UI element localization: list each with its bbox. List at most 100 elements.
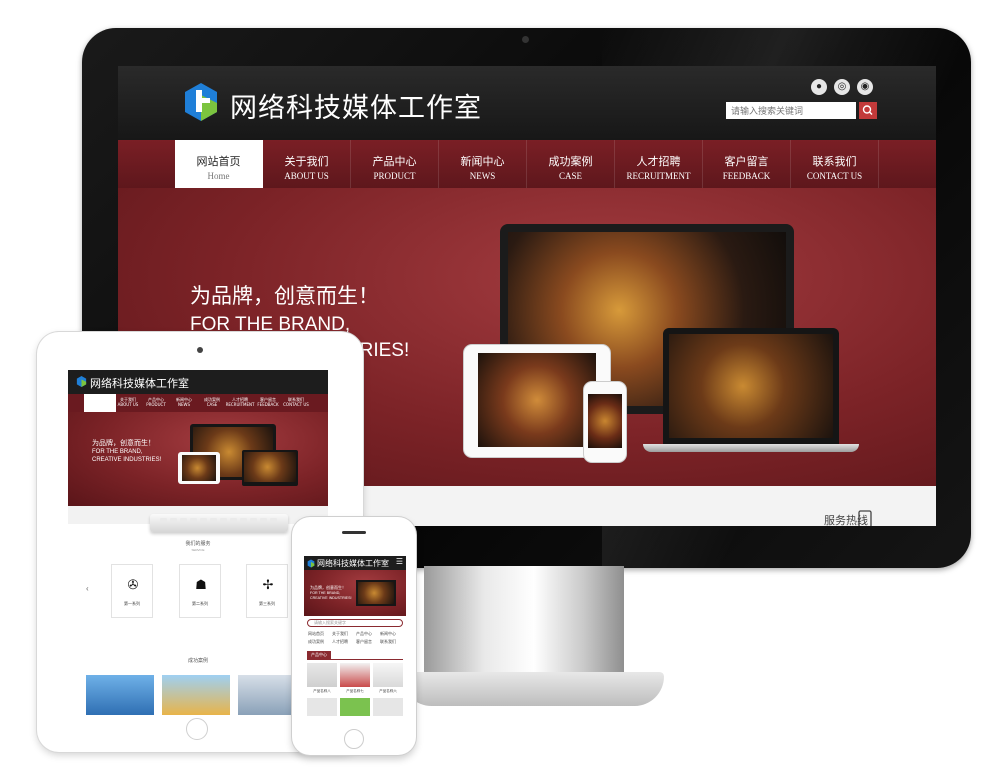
- wechat-icon[interactable]: ◎: [834, 79, 850, 95]
- service-card-label: 第一系列: [124, 601, 140, 606]
- nav-feedback-sublabel: FEEDBACK: [722, 171, 771, 181]
- phone-banner-image: [356, 580, 396, 606]
- tablet-site-title[interactable]: 网络科技媒体工作室: [90, 375, 189, 391]
- nav-product-label: 产品中心: [372, 155, 417, 168]
- service-card-1[interactable]: ✇ 第一系列: [111, 564, 153, 618]
- tablet-home-button: [186, 718, 208, 740]
- phone-nav-item[interactable]: 成功案例: [308, 639, 332, 645]
- phone-site-title[interactable]: 网络科技媒体工作室: [317, 558, 389, 569]
- service-card-3[interactable]: ✢ 第三系列: [246, 564, 288, 618]
- phone-home-button: [344, 729, 364, 749]
- nav-contact-sublabel: CONTACT US: [806, 171, 863, 181]
- product-thumbnail[interactable]: [307, 698, 337, 716]
- site-header: 网络科技媒体工作室 ● ◎ ◉: [118, 66, 936, 140]
- nav-contact[interactable]: 联系我们 CONTACT US: [791, 140, 879, 188]
- nav-home-label: 网站首页: [196, 155, 241, 168]
- nav-feedback[interactable]: 客户留言 FEEDBACK: [703, 140, 791, 188]
- keyboard-image: [150, 514, 288, 532]
- nav-news[interactable]: 新闻中心 NEWS: [439, 140, 527, 188]
- carousel-prev-icon[interactable]: ‹: [86, 584, 89, 593]
- phone-banner-slogan-en-line1: FOR THE BRAND,: [310, 591, 341, 595]
- nav-recruitment[interactable]: 人才招聘 RECRUITMENT: [615, 140, 703, 188]
- phone-hero-banner[interactable]: 为品牌，创意而生！ FOR THE BRAND, CREATIVE INDUST…: [304, 570, 406, 616]
- phone-nav-item[interactable]: 产品中心: [356, 631, 380, 637]
- nav-recruitment-sublabel: RECRUITMENT: [626, 171, 691, 181]
- phone-search-input[interactable]: 请输入搜索关键字: [307, 619, 403, 627]
- product-label: 产品名称七: [346, 689, 364, 693]
- nav-feedback-label: 客户留言: [724, 155, 769, 168]
- phone-nav-item[interactable]: 联系我们: [380, 639, 404, 645]
- search-icon: [862, 105, 873, 116]
- phone-nav-item[interactable]: 关于我们: [332, 631, 356, 637]
- tablet-nav-case-sublabel: CASE: [206, 402, 218, 407]
- phone-nav-item[interactable]: 网站首页: [308, 631, 332, 637]
- tablet-site-header: 网络科技媒体工作室: [68, 370, 328, 394]
- main-nav: 网站首页 Home 关于我们 ABOUT US 产品中心 PRODUCT 新闻中…: [118, 140, 936, 188]
- tablet-nav-contact-sublabel: CONTACT US: [283, 402, 309, 407]
- phone-nav-item[interactable]: 新闻中心: [380, 631, 404, 637]
- service-card-2[interactable]: ☗ 第二系列: [179, 564, 221, 618]
- tablet-nav-feedback-sublabel: FEEDBACK: [257, 402, 279, 407]
- phone-speaker: [342, 531, 366, 534]
- case-thumbnail[interactable]: [162, 675, 230, 715]
- film-reel-icon: ✇: [127, 577, 139, 592]
- case-thumbnail[interactable]: [86, 675, 154, 715]
- tablet-services-title: 我们的服务: [185, 541, 211, 547]
- phone-products-title: 产品中心: [307, 651, 331, 659]
- tablet-camera: [197, 347, 203, 353]
- phone-nav-item[interactable]: 客户留言: [356, 639, 380, 645]
- qq-icon[interactable]: ●: [811, 79, 827, 95]
- phone-screen: 网络科技媒体工作室 ☰ 为品牌，创意而生！ FOR THE BRAND, CRE…: [304, 556, 406, 716]
- search-button[interactable]: [859, 102, 877, 119]
- tablet-hero-banner[interactable]: 为品牌，创意而生！ FOR THE BRAND, CREATIVE INDUST…: [68, 412, 328, 506]
- nav-product-sublabel: PRODUCT: [373, 171, 416, 181]
- product-thumbnail[interactable]: [340, 698, 370, 716]
- weibo-icon[interactable]: ◉: [857, 79, 873, 95]
- tablet-banner-laptop-image: [242, 450, 298, 486]
- banner-phone-image: [584, 382, 626, 462]
- tablet-main-nav: 网站首页 HOME 关于我们 ABOUT US 产品中心 PRODUCT 新闻中心 NE…: [68, 394, 328, 412]
- tablet-banner-slogan-en-line1: FOR THE BRAND,: [92, 449, 143, 455]
- nav-home-sublabel: Home: [207, 171, 230, 181]
- phone-banner-slogan-en-line2: CREATIVE INDUSTRIES!: [310, 596, 352, 600]
- tablet-cases-title: 成功案例: [187, 658, 208, 664]
- product-thumbnail[interactable]: [373, 663, 403, 687]
- product-thumbnail[interactable]: [307, 663, 337, 687]
- monitor-stand-neck: [424, 566, 624, 686]
- tablet-banner-slogan-zh: 为品牌，创意而生！: [92, 439, 155, 447]
- nav-about-sublabel: ABOUT US: [284, 171, 329, 181]
- site-title[interactable]: 网络科技媒体工作室: [230, 86, 482, 125]
- phone-nav-item[interactable]: 人才招聘: [332, 639, 356, 645]
- hamburger-menu-icon[interactable]: ☰: [396, 558, 403, 566]
- tablet-services-subtitle: SERVICE: [191, 548, 205, 552]
- phone-icon: [858, 510, 872, 526]
- brand-logo-icon: [185, 83, 217, 121]
- tablet-banner-slogan-en-line2: CREATIVE INDUSTRIES!: [92, 457, 162, 463]
- tablet-nav-contact[interactable]: 联系我们 CONTACT US: [280, 397, 312, 407]
- product-label: 产品名称六: [379, 689, 397, 693]
- nav-news-label: 新闻中心: [460, 155, 505, 168]
- nav-case[interactable]: 成功案例 CASE: [527, 140, 615, 188]
- tablet-screen: 网络科技媒体工作室 网站首页 HOME 关于我们 ABOUT US 产品中心 PROD…: [68, 370, 328, 718]
- nav-news-sublabel: NEWS: [469, 171, 496, 181]
- product-thumbnail[interactable]: [373, 698, 403, 716]
- nav-case-sublabel: CASE: [558, 171, 582, 181]
- brand-logo-icon: [76, 376, 87, 387]
- product-thumbnail[interactable]: [340, 663, 370, 687]
- banner-laptop-image: [663, 328, 839, 444]
- search-input[interactable]: [726, 102, 856, 119]
- banner-laptop-base: [643, 444, 859, 452]
- nav-product[interactable]: 产品中心 PRODUCT: [351, 140, 439, 188]
- section-divider: [307, 659, 403, 660]
- banner-slogan-zh: 为品牌，创意而生！: [190, 284, 379, 308]
- brand-logo-icon: [307, 559, 315, 568]
- nav-about[interactable]: 关于我们 ABOUT US: [263, 140, 351, 188]
- service-card-label: 第二系列: [192, 601, 208, 606]
- service-card-label: 第三系列: [259, 601, 275, 606]
- nav-home[interactable]: 网站首页 Home: [175, 140, 263, 188]
- tablet-nav-home-sublabel: HOME: [93, 402, 107, 407]
- handshake-icon: ☗: [195, 577, 207, 592]
- nav-case-label: 成功案例: [548, 155, 593, 168]
- monitor-camera: [522, 36, 529, 43]
- tablet-nav-news-sublabel: NEWS: [177, 402, 190, 407]
